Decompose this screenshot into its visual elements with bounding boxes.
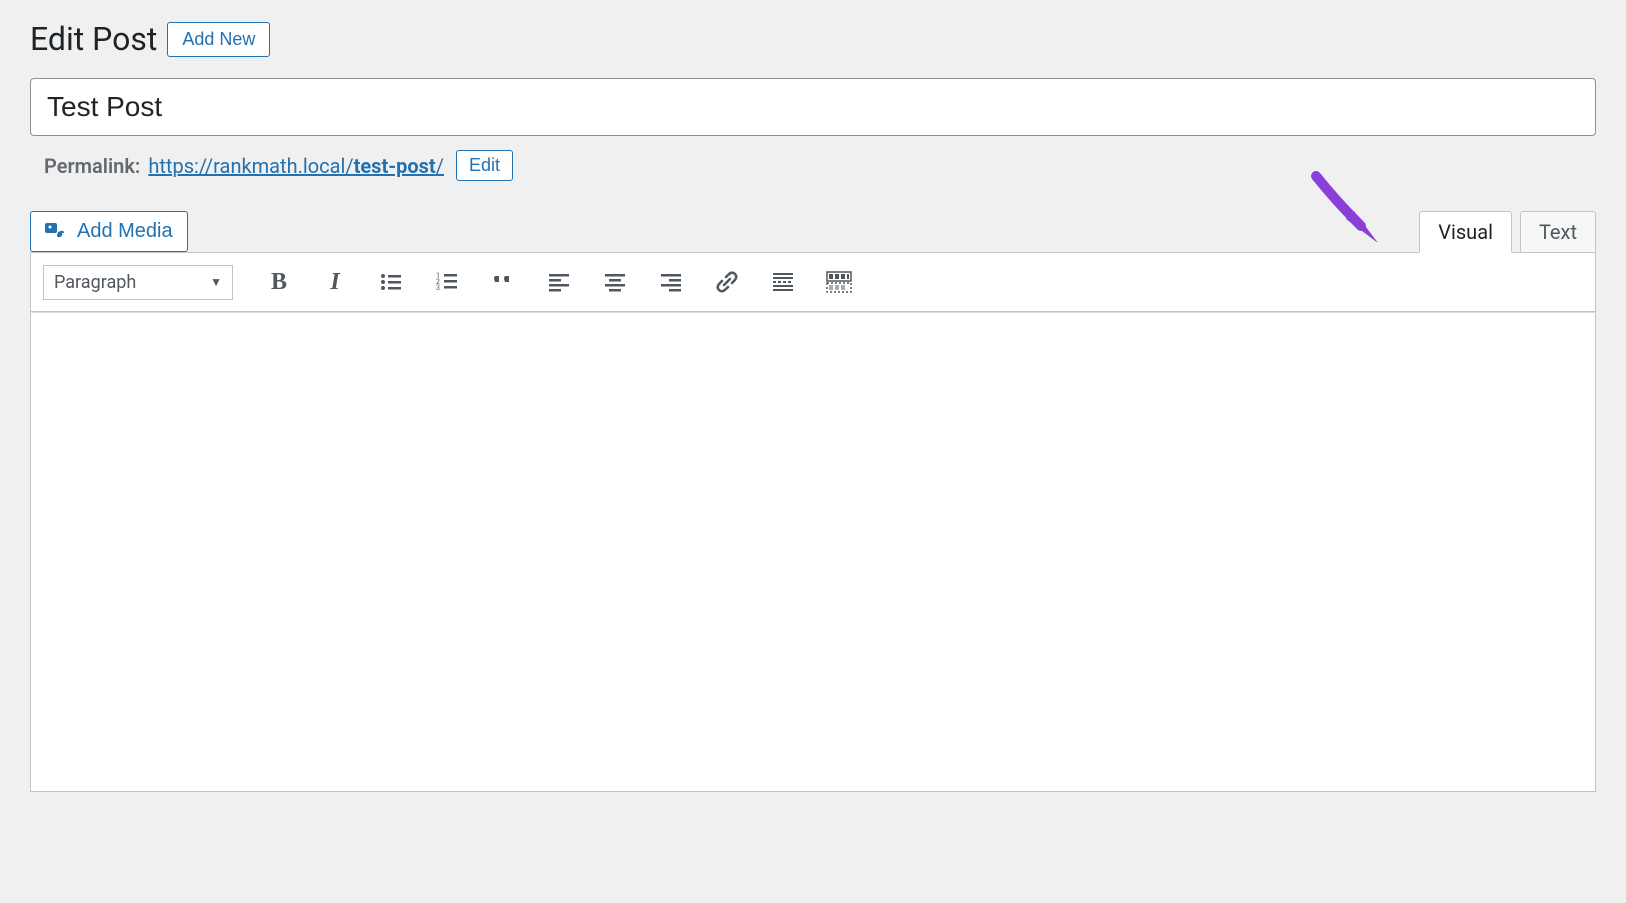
read-more-button[interactable] [761, 263, 805, 301]
svg-text:3: 3 [436, 284, 440, 292]
numbered-list-button[interactable]: 123 [425, 263, 469, 301]
permalink-url-prefix: https://rankmath.local/ [148, 154, 353, 178]
permalink-label: Permalink: [44, 154, 140, 178]
bullet-list-button[interactable] [369, 263, 413, 301]
tab-visual[interactable]: Visual [1419, 211, 1512, 253]
editor-content-area[interactable] [30, 312, 1596, 792]
page-title: Edit Post [30, 20, 157, 58]
format-select[interactable]: Paragraph ▼ [43, 265, 233, 300]
link-button[interactable] [705, 263, 749, 301]
permalink-link[interactable]: https://rankmath.local/test-post/ [148, 154, 444, 178]
bold-button[interactable]: B [257, 263, 301, 301]
arrow-annotation [1306, 171, 1396, 265]
toolbar-toggle-button[interactable] [817, 263, 861, 301]
italic-button[interactable]: I [313, 263, 357, 301]
add-media-button[interactable]: Add Media [30, 211, 188, 252]
format-selected-label: Paragraph [54, 272, 136, 293]
edit-permalink-button[interactable]: Edit [456, 150, 513, 181]
align-right-button[interactable] [649, 263, 693, 301]
blockquote-button[interactable] [481, 263, 525, 301]
align-center-button[interactable] [593, 263, 637, 301]
add-new-button[interactable]: Add New [167, 22, 270, 57]
align-left-button[interactable] [537, 263, 581, 301]
chevron-down-icon: ▼ [210, 275, 222, 289]
media-icon [45, 221, 69, 243]
tab-text[interactable]: Text [1520, 211, 1596, 253]
add-media-label: Add Media [77, 220, 173, 243]
post-title-input[interactable] [30, 78, 1596, 136]
permalink-slug: test-post [354, 154, 436, 178]
permalink-url-suffix: / [436, 154, 444, 178]
